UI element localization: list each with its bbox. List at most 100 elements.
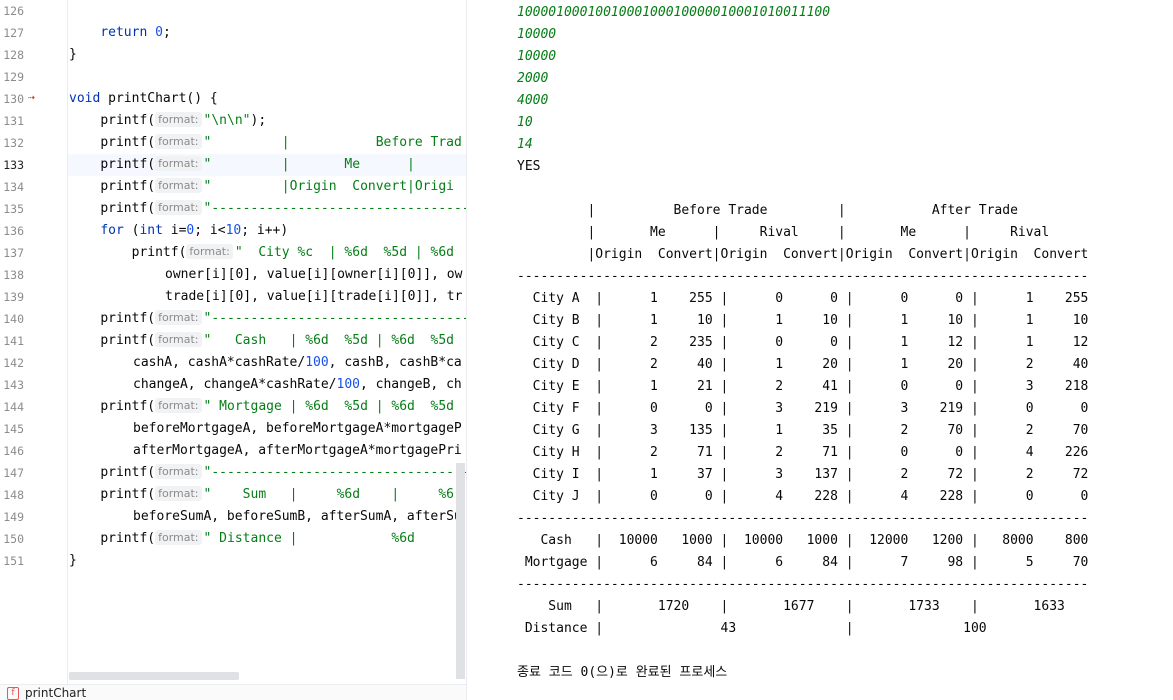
param-hint: format: [155,156,202,171]
line-number: 134 [3,180,24,194]
function-icon: f [7,687,19,700]
code-line[interactable]: printf(format: " Distance | %6d [69,528,415,550]
code-editor[interactable]: 126 127 128 129 130 131 132 133 134 135 … [0,0,466,700]
console-output-line: 14 [517,137,533,152]
console-table-row: City E | 1 21 | 2 41 | 0 0 | 3 218 [517,379,1089,394]
code-line[interactable]: } [69,44,77,66]
console-table-row: Cash | 10000 1000 | 10000 1000 | 12000 1… [517,533,1089,548]
console-table-row: Distance | 43 | 100 [517,621,987,636]
code-line[interactable]: afterMortgageA, afterMortgageA*mortgageP… [133,440,462,462]
console-table-row: City A | 1 255 | 0 0 | 0 0 | 1 255 [517,291,1089,306]
param-hint: format: [155,178,202,193]
param-hint: format: [155,134,202,149]
console-table-separator: ----------------------------------------… [517,511,1089,526]
vertical-scrollbar[interactable] [456,463,465,679]
console-table-header: |Origin Convert|Origin Convert|Origin Co… [517,247,1089,262]
line-number: 130 [3,92,24,106]
code-line[interactable]: trade[i][0], value[i][trade[i][0]], tr [165,286,462,308]
code-line[interactable]: cashA, cashA*cashRate/100, cashB, cashB*… [133,352,462,374]
param-hint: format: [155,310,202,325]
line-number: 148 [3,488,24,502]
code-line[interactable]: printf(format: " Cash | %6d %5d | %6d %5d [69,330,454,352]
code-line[interactable]: beforeSumA, beforeSumB, afterSumA, after… [133,506,462,528]
code-line-current[interactable]: printf(format: " | Me | [69,154,415,176]
param-hint: format: [155,530,202,545]
param-hint: format: [155,112,202,127]
line-number: 140 [3,312,24,326]
line-number: 137 [3,246,24,260]
line-number-gutter: 126 127 128 129 130 131 132 133 134 135 … [0,0,68,684]
code-line[interactable]: printf(format: "\n\n"); [69,110,266,132]
console-table-row: Sum | 1720 | 1677 | 1733 | 1633 [517,599,1065,614]
line-number: 139 [3,290,24,304]
console-output-line: 2000 [517,71,549,86]
console-output-line: 10000 [517,49,557,64]
line-number: 132 [3,136,24,150]
console-table-row: City D | 2 40 | 1 20 | 1 20 | 2 40 [517,357,1089,372]
line-number: 143 [3,378,24,392]
console-table-separator: ----------------------------------------… [517,577,1089,592]
code-line[interactable]: changeA, changeA*cashRate/100, changeB, … [133,374,462,396]
code-line[interactable]: printf(format: " Mortgage | %6d %5d | %6d… [69,396,454,418]
console-table-header: | Me | Rival | Me | Rival [517,225,1050,240]
param-hint: format: [155,486,202,501]
line-number: 141 [3,334,24,348]
line-number: 147 [3,466,24,480]
line-number: 127 [3,26,24,40]
line-number: 136 [3,224,24,238]
line-number: 149 [3,510,24,524]
console-table-row: City B | 1 10 | 1 10 | 1 10 | 1 10 [517,313,1089,328]
code-line[interactable]: beforeMortgageA, beforeMortgageA*mortgag… [133,418,462,440]
line-number: 150 [3,532,24,546]
code-line[interactable]: printf(format: "-------------------------… [69,462,466,484]
code-line[interactable]: printf(format: " |Origin Convert|Origi [69,176,454,198]
console-table-row: City F | 0 0 | 3 219 | 3 219 | 0 0 [517,401,1089,416]
line-number: 126 [3,4,24,18]
console-table-row: City C | 2 235 | 0 0 | 1 12 | 1 12 [517,335,1089,350]
code-line[interactable]: return 0; [69,22,170,44]
code-line[interactable]: } [69,550,77,572]
code-line[interactable]: printf(format: "-------------------------… [69,198,466,220]
console-table-header: | Before Trade | After Trade [517,203,1018,218]
line-number: 151 [3,554,24,568]
param-hint: format: [186,244,233,259]
code-line[interactable]: owner[i][0], value[i][owner[i][0]], ow [165,264,462,286]
run-console[interactable]: 1000010001001000100010000010001010011100… [467,0,1173,700]
param-hint: format: [155,200,202,215]
process-exit-message: 종료 코드 0(으)로 완료된 프로세스 [517,665,728,680]
console-table-row: City H | 2 71 | 2 71 | 0 0 | 4 226 [517,445,1089,460]
breadcrumb-function[interactable]: printChart [25,686,86,700]
console-output-line: 4000 [517,93,549,108]
console-table-row: Mortgage | 6 84 | 6 84 | 7 98 | 5 70 [517,555,1089,570]
line-number: 128 [3,48,24,62]
code-line[interactable]: printf(format: " | Before Trad [69,132,462,154]
console-table-separator: ----------------------------------------… [517,269,1089,284]
line-number: 135 [3,202,24,216]
code-line[interactable]: void printChart() { [69,88,218,110]
param-hint: format: [155,332,202,347]
console-output-line: 1000010001001000100010000010001010011100 [517,5,831,20]
override-marker-icon[interactable]: ⇢ [28,90,35,104]
line-number: 142 [3,356,24,370]
param-hint: format: [155,398,202,413]
code-line[interactable]: printf(format: " Sum | %6d | %6 [69,484,454,506]
code-line[interactable]: printf(format: " City %c | %6d %5d | %6d [69,242,454,264]
console-output-line: YES [517,159,541,174]
console-table-row: City I | 1 37 | 3 137 | 2 72 | 2 72 [517,467,1089,482]
line-number: 145 [3,422,24,436]
code-line[interactable]: printf(format: "-------------------------… [69,308,466,330]
param-hint: format: [155,464,202,479]
code-line[interactable]: for (int i=0; i<10; i++) [69,220,288,242]
line-number: 146 [3,444,24,458]
breadcrumb: f printChart [0,684,466,700]
console-table-row: City G | 3 135 | 1 35 | 2 70 | 2 70 [517,423,1089,438]
line-number: 144 [3,400,24,414]
line-number: 138 [3,268,24,282]
horizontal-scrollbar[interactable] [69,672,239,680]
console-output-line: 10 [517,115,533,130]
console-output-line: 10000 [517,27,557,42]
line-number-current: 133 [3,158,24,172]
line-number: 131 [3,114,24,128]
line-number: 129 [3,70,24,84]
console-table-row: City J | 0 0 | 4 228 | 4 228 | 0 0 [517,489,1089,504]
